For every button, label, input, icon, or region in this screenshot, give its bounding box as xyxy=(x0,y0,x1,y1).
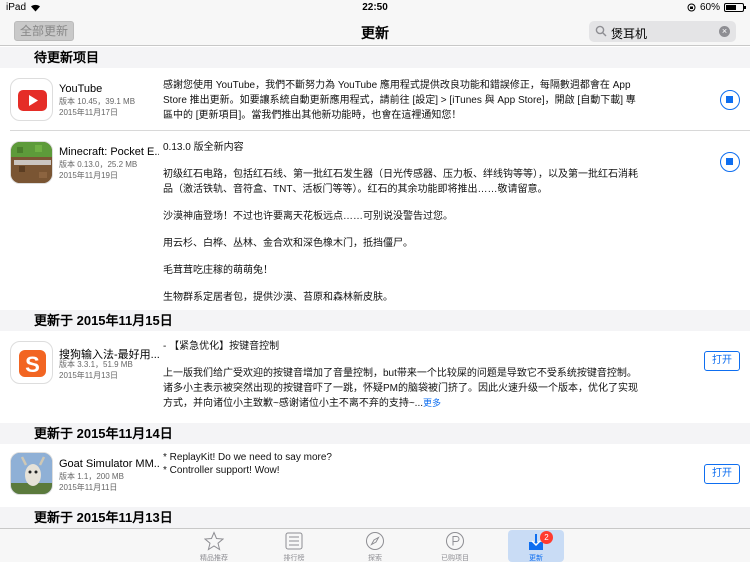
tab-label: 更新 xyxy=(529,555,543,562)
search-icon xyxy=(595,25,607,37)
app-name[interactable]: Goat Simulator MM... xyxy=(59,458,159,470)
stop-icon xyxy=(726,158,733,165)
app-date: 2015年11月17日 xyxy=(59,108,118,117)
svg-text:S: S xyxy=(25,352,40,377)
release-note-line: * Controller support! Wow! xyxy=(163,465,280,476)
tab-explore[interactable]: 探索 xyxy=(347,529,403,562)
status-bar: iPad 22:50 60% xyxy=(0,0,750,16)
battery-icon xyxy=(724,3,746,12)
tab-label: 排行榜 xyxy=(283,555,305,562)
star-icon xyxy=(204,531,224,551)
release-note-line: 毛茸茸吃庄稼的萌萌兔！ xyxy=(163,265,273,276)
update-row-youtube: YouTube 版本 10.45，39.1 MB 2015年11月17日 感謝您… xyxy=(0,68,750,131)
release-note-line: 用云杉、白桦、丛林、金合欢和深色橡木门，抵挡僵尸。 xyxy=(163,238,413,249)
navigation-bar: 全部更新 更新 煲耳机 × xyxy=(0,16,750,46)
more-link[interactable]: 更多 xyxy=(423,398,441,408)
tab-updates[interactable]: 2 更新 xyxy=(508,530,564,562)
release-note-line: * ReplayKit! Do we need to say more? xyxy=(163,452,332,463)
clock: 22:50 xyxy=(362,2,388,13)
tab-label: 探索 xyxy=(368,555,382,562)
tab-label: 精品推荐 xyxy=(200,555,228,562)
list-icon xyxy=(285,532,303,550)
update-row-sogou: S 搜狗输入法-最好用... 版本 3.3.1，51.9 MB 2015年11月… xyxy=(0,331,750,421)
goat-simulator-app-icon[interactable] xyxy=(10,452,53,495)
section-header-date: 更新于 2015年11月13日 xyxy=(0,507,750,528)
app-version: 版本 1.1，200 MB xyxy=(59,472,124,481)
search-field[interactable]: 煲耳机 × xyxy=(589,21,736,42)
app-version: 版本 3.3.1，51.9 MB xyxy=(59,360,133,369)
open-button[interactable]: 打开 xyxy=(704,351,740,371)
app-date: 2015年11月19日 xyxy=(59,171,118,180)
app-name[interactable]: YouTube xyxy=(59,83,159,95)
app-version: 版本 0.13.0，25.2 MB xyxy=(59,160,138,169)
orientation-lock-icon xyxy=(687,3,696,12)
release-note-line: 初级红石电路，包括红石线、第一批红石发生器（日光传感器、压力板、绊线钩等等），以… xyxy=(163,169,638,195)
stop-download-button[interactable] xyxy=(720,90,740,110)
minecraft-app-icon[interactable] xyxy=(10,141,53,184)
release-note-line: 上一版我们给广受欢迎的按键音增加了音量控制，but带来一个比较屎的问题是导致它不… xyxy=(163,368,638,409)
section-header-date: 更新于 2015年11月15日 xyxy=(0,310,750,331)
release-notes: 0.13.0 版全新内容 初级红石电路，包括红石线、第一批红石发生器（日光传感器… xyxy=(163,140,643,317)
update-row-goat-simulator: Goat Simulator MM... 版本 1.1，200 MB 2015年… xyxy=(0,444,750,506)
clear-search-icon[interactable]: × xyxy=(719,26,730,37)
stop-icon xyxy=(726,96,733,103)
section-header-pending: 待更新项目 xyxy=(0,47,750,68)
purchased-icon xyxy=(446,532,464,550)
compass-icon xyxy=(366,532,384,550)
release-note-line: 生物群系定居者包，提供沙漠、苔原和森林新皮肤。 xyxy=(163,292,393,303)
search-input[interactable]: 煲耳机 xyxy=(611,25,647,42)
app-date: 2015年11月11日 xyxy=(59,483,118,492)
battery-percent: 60% xyxy=(699,2,720,13)
release-note-line: - 【紧急优化】按键音控制 xyxy=(163,341,280,352)
tab-label: 已购项目 xyxy=(441,555,469,562)
release-notes: 感謝您使用 YouTube，我們不斷努力為 YouTube 應用程式提供改良功能… xyxy=(163,80,636,121)
open-button[interactable]: 打开 xyxy=(704,464,740,484)
youtube-app-icon[interactable] xyxy=(10,78,53,121)
app-version: 版本 10.45，39.1 MB xyxy=(59,97,136,106)
tab-top-charts[interactable]: 排行榜 xyxy=(266,529,322,562)
tab-bar: 精品推荐 排行榜 探索 已购项目 2 更新 xyxy=(0,528,750,562)
tab-purchased[interactable]: 已购项目 xyxy=(427,529,483,562)
update-row-minecraft: Minecraft: Pocket E... 版本 0.13.0，25.2 MB… xyxy=(0,131,750,309)
release-notes: * ReplayKit! Do we need to say more? * C… xyxy=(163,451,643,477)
tab-featured[interactable]: 精品推荐 xyxy=(186,529,242,562)
section-header-date: 更新于 2015年11月14日 xyxy=(0,423,750,444)
release-note-line: 0.13.0 版全新内容 xyxy=(163,142,244,153)
app-name[interactable]: Minecraft: Pocket E... xyxy=(59,146,159,158)
release-note-line: 沙漠神庙登场！不过也许要离天花板远点……可别说没警告过您。 xyxy=(163,211,453,222)
sogou-app-icon[interactable]: S xyxy=(10,341,53,384)
stop-download-button[interactable] xyxy=(720,152,740,172)
release-notes: - 【紧急优化】按键音控制 上一版我们给广受欢迎的按键音增加了音量控制，but带… xyxy=(163,339,643,411)
app-date: 2015年11月13日 xyxy=(59,371,118,380)
updates-count-badge: 2 xyxy=(540,531,553,544)
